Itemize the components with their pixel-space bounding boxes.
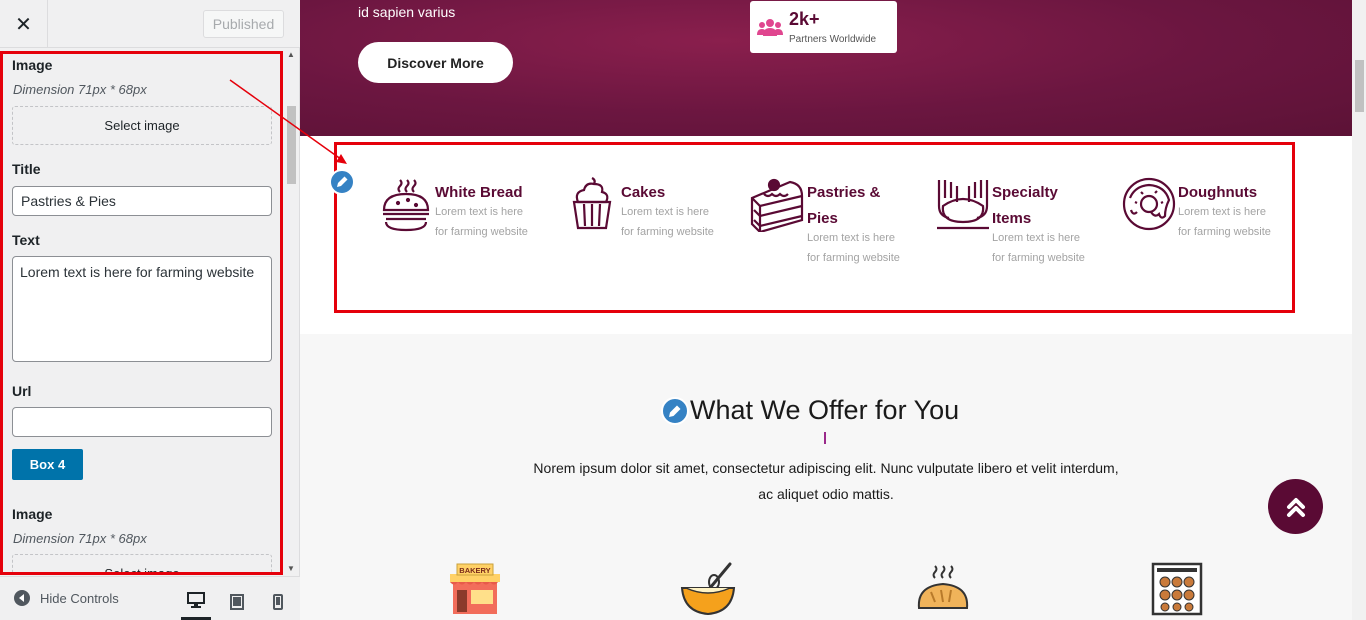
bakery-sign-text: BAKERY bbox=[459, 566, 490, 575]
cupcake-icon bbox=[572, 177, 612, 230]
tablet-preview-button[interactable] bbox=[222, 583, 252, 620]
edit-shortcut-icon[interactable] bbox=[329, 169, 355, 195]
category-title: Specialty Items bbox=[992, 184, 1058, 227]
partners-label: Partners Worldwide bbox=[789, 34, 877, 45]
close-customizer-button[interactable]: ✕ bbox=[0, 0, 48, 48]
bakery-shop-icon: BAKERY bbox=[450, 563, 500, 614]
title-label: Title bbox=[12, 161, 41, 177]
scroll-to-top-button[interactable] bbox=[1268, 479, 1323, 534]
panel-scroll-thumb[interactable] bbox=[287, 106, 296, 184]
panel-controls: Image Dimension 71px * 68px Select image… bbox=[0, 50, 300, 575]
doughnut-icon bbox=[1122, 177, 1176, 231]
category-item-cakes[interactable]: Cakes Lorem text is here for farming web… bbox=[564, 176, 744, 296]
category-text: Lorem text is here for farming website bbox=[1178, 206, 1271, 238]
close-icon: ✕ bbox=[15, 13, 32, 36]
oven-tray-icon bbox=[1151, 562, 1203, 616]
panel-scrollbar[interactable]: ▲ ▼ bbox=[285, 50, 297, 575]
offer-section-title: What We Offer for You bbox=[690, 395, 960, 425]
select-image-button[interactable]: Select image bbox=[12, 106, 272, 145]
category-text: Lorem text is here for farming website bbox=[621, 206, 714, 238]
mobile-icon bbox=[273, 594, 283, 610]
box-4-button[interactable]: Box 4 bbox=[12, 449, 83, 480]
mobile-preview-button[interactable] bbox=[263, 583, 293, 620]
collapse-icon bbox=[14, 590, 30, 606]
panel-footer: Hide Controls bbox=[0, 576, 300, 620]
scroll-down-icon[interactable]: ▼ bbox=[287, 564, 295, 573]
discover-more-button[interactable]: Discover More bbox=[358, 42, 513, 83]
hide-controls-button[interactable]: Hide Controls bbox=[14, 590, 119, 606]
title-input[interactable]: Pastries & Pies bbox=[12, 186, 272, 216]
hero-section: id sapien varius Discover More 2k+ Partn… bbox=[300, 0, 1352, 136]
title-accent-divider bbox=[824, 432, 826, 444]
category-item-white-bread[interactable]: White Bread Lorem text is here for farmi… bbox=[378, 176, 558, 296]
mixing-bowl-icon bbox=[680, 562, 736, 616]
bread-loaf-icon bbox=[917, 565, 969, 609]
partners-stat-card: 2k+ Partners Worldwide bbox=[750, 1, 897, 53]
url-input[interactable] bbox=[12, 407, 272, 437]
text-label: Text bbox=[12, 232, 40, 248]
edit-shortcut-icon-2[interactable] bbox=[661, 397, 689, 425]
category-item-pastries-pies[interactable]: Pastries & Pies Lorem text is here for f… bbox=[750, 176, 930, 296]
hide-controls-label: Hide Controls bbox=[40, 590, 119, 606]
category-item-doughnuts[interactable]: Doughnuts Lorem text is here for farming… bbox=[1121, 176, 1301, 296]
panel-header: ✕ Published bbox=[0, 0, 300, 48]
category-text: Lorem text is here for farming website bbox=[992, 232, 1085, 264]
image-dimension-hint: Dimension 71px * 68px bbox=[13, 82, 147, 97]
desktop-preview-button[interactable] bbox=[181, 583, 211, 620]
scroll-up-icon[interactable]: ▲ bbox=[287, 50, 295, 59]
url-label: Url bbox=[12, 383, 32, 399]
preview-scrollbar[interactable] bbox=[1352, 0, 1366, 620]
hero-text: id sapien varius bbox=[358, 4, 456, 20]
category-text: Lorem text is here for farming website bbox=[435, 206, 528, 238]
image-dimension-hint-2: Dimension 71px * 68px bbox=[13, 531, 147, 546]
select-image-button-2[interactable]: Select image bbox=[12, 554, 272, 575]
image-label-2: Image bbox=[12, 506, 53, 522]
offer-section-description: Norem ipsum dolor sit amet, consectetur … bbox=[533, 460, 1119, 502]
preview-scroll-thumb[interactable] bbox=[1355, 60, 1364, 112]
tablet-icon bbox=[230, 594, 244, 610]
burger-bun-icon bbox=[382, 179, 430, 232]
text-textarea[interactable]: Lorem text is here for farming website bbox=[12, 256, 272, 362]
customizer-panel: ✕ Published Image Dimension 71px * 68px … bbox=[0, 0, 300, 620]
desktop-icon bbox=[187, 592, 205, 608]
category-title: Pastries & Pies bbox=[807, 184, 881, 227]
image-label: Image bbox=[12, 57, 53, 73]
hands-dough-icon bbox=[937, 180, 989, 230]
users-icon bbox=[757, 19, 783, 36]
cake-slice-icon bbox=[750, 178, 804, 232]
partners-count: 2k+ bbox=[789, 9, 820, 29]
double-chevron-up-icon bbox=[1286, 497, 1305, 517]
publish-button[interactable]: Published bbox=[203, 10, 284, 38]
category-text: Lorem text is here for farming website bbox=[807, 232, 900, 264]
site-preview: id sapien varius Discover More 2k+ Partn… bbox=[300, 0, 1352, 620]
category-item-specialty-items[interactable]: Specialty Items Lorem text is here for f… bbox=[935, 176, 1115, 296]
